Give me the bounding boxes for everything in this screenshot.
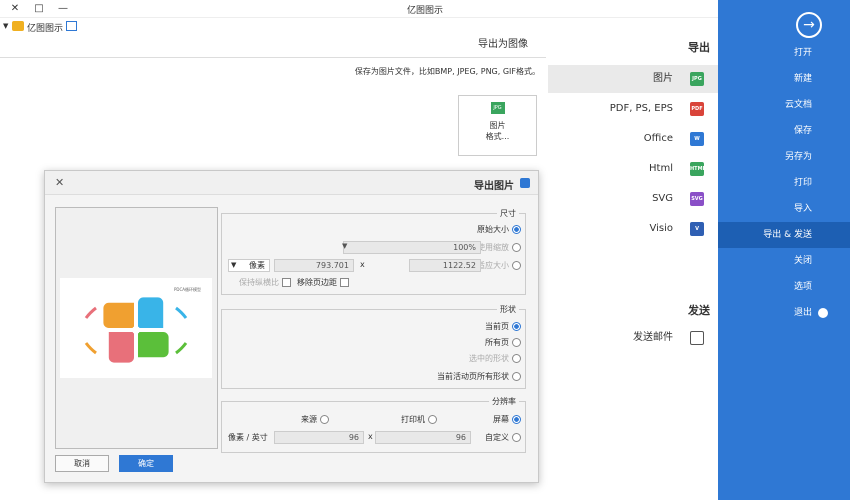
sidebar-item-new[interactable]: 新建 — [718, 66, 850, 92]
sidebar-item-save[interactable]: 保存 — [718, 118, 850, 144]
sidebar-item-close[interactable]: 关闭 — [718, 248, 850, 274]
card-label-1: 图片 — [489, 121, 506, 130]
pdf-icon: PDF — [690, 102, 704, 116]
format-label: Html — [649, 163, 673, 174]
shape-group: 形状 当前页 所有页 选中的形状 当前活动页所有形状 — [221, 304, 526, 389]
height-input[interactable]: 793.701 — [274, 259, 354, 272]
format-svg[interactable]: SVG SVG — [548, 185, 718, 213]
app-name-label[interactable]: 亿图图示 — [27, 21, 63, 34]
format-office[interactable]: Office W — [548, 125, 718, 153]
resolution-times-label: x — [368, 432, 373, 441]
jpg-icon: JPG — [690, 72, 704, 86]
original-size-radio[interactable]: 原始大小 — [477, 224, 521, 235]
resolution-group: 分辨率 屏幕 打印机 来源 自定义 96 x 96 像素 / 英寸 — [221, 396, 526, 453]
printer-radio[interactable]: 打印机 — [401, 414, 437, 425]
width-input[interactable]: 1122.52 — [409, 259, 481, 272]
size-group-title: 尺寸 — [497, 208, 519, 219]
format-label: Office — [643, 133, 673, 144]
send-email-label: 发送邮件 — [633, 332, 673, 343]
custom-radio[interactable]: 自定义 — [485, 432, 521, 443]
format-label: Visio — [649, 223, 673, 234]
resolution-group-title: 分辨率 — [489, 396, 519, 407]
format-label: 图片 — [653, 73, 673, 84]
jpg-file-icon: JPG — [490, 102, 505, 114]
exit-icon — [818, 308, 828, 318]
format-label: SVG — [652, 193, 673, 204]
sidebar: → 打开 新建 云文档 保存 另存为 打印 导入 导出 & 发送 关闭 选项 退… — [718, 0, 850, 500]
dropdown-arrow-icon[interactable]: ▼ — [342, 242, 347, 250]
close-window-button[interactable]: ✕ — [8, 2, 22, 16]
selected-shapes-radio[interactable]: 选中的形状 — [469, 353, 521, 364]
dpi-y-input[interactable]: 96 — [274, 431, 364, 444]
size-group: 尺寸 原始大小 使用缩放 100% ▼ 适应大小 1122.52 x 793.7… — [221, 208, 526, 295]
format-visio[interactable]: Visio V — [548, 215, 718, 243]
format-image[interactable]: 图片 JPG — [548, 65, 718, 93]
active-page-shapes-radio[interactable]: 当前活动页所有形状 — [437, 371, 521, 382]
export-heading: 导出 — [688, 41, 710, 54]
sidebar-item-cloud[interactable]: 云文档 — [718, 92, 850, 118]
minimize-window-button[interactable]: — — [56, 2, 70, 16]
format-label: PDF, PS, EPS — [609, 103, 673, 114]
send-heading: 发送 — [688, 304, 710, 317]
back-arrow-icon[interactable]: → — [796, 12, 822, 38]
html-icon: HTML — [690, 162, 706, 176]
send-email-item[interactable]: 发送邮件 — [548, 324, 718, 352]
crown-icon — [12, 21, 24, 31]
maximize-window-button[interactable]: □ — [32, 2, 46, 16]
image-preview: PDCA循环模型 — [55, 207, 218, 449]
use-zoom-radio[interactable]: 使用缩放 — [477, 242, 521, 253]
screen-radio[interactable]: 屏幕 — [493, 414, 521, 425]
remove-margin-checkbox[interactable]: 移除页边距 — [297, 277, 349, 288]
email-icon — [690, 331, 704, 345]
unit-dropdown-arrow-icon[interactable]: ▼ — [231, 261, 236, 269]
resolution-unit-label: 像素 / 英寸 — [228, 433, 268, 442]
card-label-2: 格式... — [485, 132, 510, 141]
content-description: 保存为图片文件，比如BMP, JPEG, PNG, GIF格式。 — [354, 67, 540, 76]
sidebar-item-export-send[interactable]: 导出 & 发送 — [718, 222, 850, 248]
cancel-button[interactable]: 取消 — [55, 455, 109, 472]
current-page-radio[interactable]: 当前页 — [485, 321, 521, 332]
format-pdf[interactable]: PDF, PS, EPS PDF — [548, 95, 718, 123]
fit-size-radio[interactable]: 适应大小 — [477, 260, 521, 271]
dialog-title: 导出图片 — [474, 181, 514, 192]
image-format-card[interactable]: JPG 图片 格式... — [458, 95, 537, 156]
ok-button[interactable]: 确定 — [119, 455, 173, 472]
sidebar-item-print[interactable]: 打印 — [718, 170, 850, 196]
export-format-pane: 导出 图片 JPG PDF, PS, EPS PDF Office W Html… — [548, 36, 718, 500]
collapse-arrow-icon[interactable]: ▼ — [3, 22, 8, 30]
dpi-x-input[interactable]: 96 — [375, 431, 471, 444]
zoom-select[interactable]: 100% — [343, 241, 481, 254]
app-toolbar: ▼ 亿图图示 — [0, 18, 718, 36]
sidebar-item-save-as[interactable]: 另存为 — [718, 144, 850, 170]
sidebar-item-exit[interactable]: 退出 — [718, 300, 850, 326]
sidebar-item-open[interactable]: 打开 — [718, 40, 850, 66]
word-icon: W — [690, 132, 704, 146]
dialog-close-icon[interactable]: ✕ — [55, 176, 64, 189]
content-title: 导出为图像 — [0, 36, 546, 58]
all-pages-radio[interactable]: 所有页 — [485, 337, 521, 348]
times-label: x — [360, 260, 365, 269]
visio-icon: V — [690, 222, 704, 236]
share-icon[interactable] — [66, 21, 77, 31]
svg-icon: SVG — [690, 192, 704, 206]
pdca-diagram-preview: PDCA循环模型 — [60, 278, 212, 378]
sidebar-item-import[interactable]: 导入 — [718, 196, 850, 222]
export-image-dialog: ✕ 导出图片 PDCA循环模型 尺寸 原始大小 使用缩放 100% ▼ 适应大小 — [44, 170, 539, 483]
source-radio[interactable]: 来源 — [301, 414, 329, 425]
exit-label: 退出 — [793, 308, 812, 318]
shape-group-title: 形状 — [497, 304, 519, 315]
export-icon — [520, 178, 530, 188]
format-html[interactable]: Html HTML — [548, 155, 718, 183]
dialog-title-bar: ✕ 导出图片 — [45, 171, 538, 195]
preview-caption: PDCA循环模型 — [174, 286, 201, 292]
sidebar-item-options[interactable]: 选项 — [718, 274, 850, 300]
keep-ratio-checkbox[interactable]: 保持纵横比 — [239, 277, 291, 288]
